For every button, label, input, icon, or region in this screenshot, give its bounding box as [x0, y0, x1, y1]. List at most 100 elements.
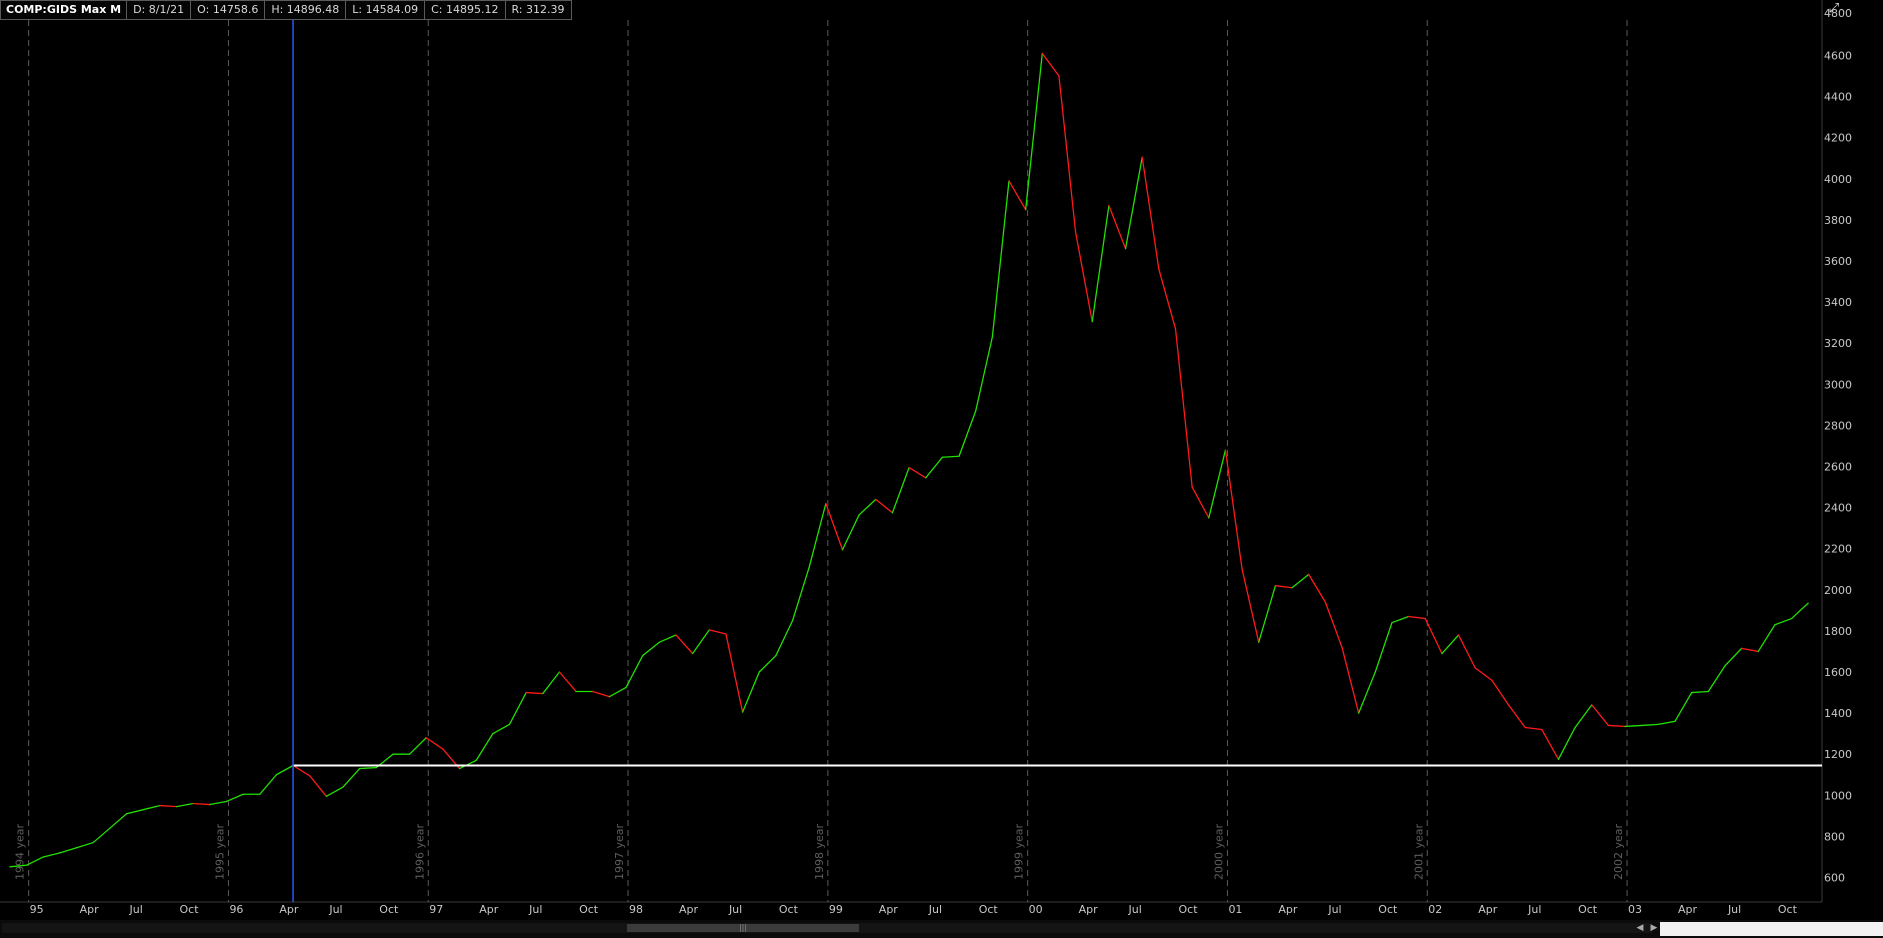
x-tick-label: 03	[1628, 903, 1642, 916]
price-segment	[75, 841, 94, 849]
price-segment	[1740, 647, 1759, 653]
y-tick-label: 800	[1824, 830, 1845, 843]
x-tick-label: Jul	[328, 903, 342, 916]
y-tick-label: 1400	[1824, 707, 1852, 720]
price-segment	[1374, 622, 1393, 673]
scroll-left-icon[interactable]: ◀	[1634, 923, 1646, 933]
y-tick-label: 1600	[1824, 666, 1852, 679]
price-segment	[1641, 723, 1659, 727]
price-segment	[508, 691, 527, 726]
y-tick-label: 600	[1824, 872, 1845, 885]
price-segment	[991, 180, 1010, 338]
price-segment	[1474, 667, 1493, 681]
price-segment	[1324, 601, 1343, 648]
x-tick-label: Apr	[279, 903, 299, 916]
price-segment	[925, 456, 944, 479]
price-segment	[1707, 665, 1726, 693]
scroll-track[interactable]: |||	[2, 923, 1652, 933]
x-tick-label: Oct	[180, 903, 200, 916]
price-segment	[1258, 585, 1277, 643]
price-segment	[875, 498, 894, 514]
price-segment	[1058, 75, 1077, 233]
price-segment	[542, 671, 561, 695]
price-segment	[125, 809, 144, 815]
price-segment	[1557, 726, 1576, 760]
price-segment	[1124, 156, 1143, 250]
x-tick-label: Oct	[1578, 903, 1598, 916]
x-axis-labels: 95 Apr Jul Oct 96 Apr Jul Oct 97 Apr Jul Oct 98 Apr Ju…	[30, 903, 1798, 916]
price-segment	[1041, 52, 1060, 77]
x-tick-label: Jul	[528, 903, 542, 916]
price-segment	[1108, 204, 1127, 250]
year-separator-label: 1999 year	[1013, 823, 1026, 880]
x-tick-label: Jul	[1128, 903, 1142, 916]
price-segment	[808, 502, 827, 568]
x-tick-label: Oct	[1378, 903, 1398, 916]
y-tick-label: 2200	[1824, 543, 1852, 556]
price-segment	[1524, 726, 1543, 731]
year-separator-label: 1994 year	[14, 823, 27, 880]
price-segment	[259, 774, 278, 795]
price-segment	[1441, 634, 1460, 655]
price-segment	[1607, 724, 1626, 728]
price-segment	[325, 786, 344, 797]
price-segment	[1158, 268, 1177, 330]
scroll-right-icon[interactable]: ▶	[1648, 923, 1660, 933]
x-tick-label: Jul	[728, 903, 742, 916]
price-segment	[708, 629, 727, 635]
price-segment	[791, 566, 810, 622]
y-tick-label-partial: 4800	[1824, 7, 1852, 20]
y-tick-label: 4600	[1824, 50, 1852, 63]
y-tick-label: 2600	[1824, 461, 1852, 474]
price-segment	[142, 804, 161, 811]
price-segment	[1457, 634, 1476, 669]
price-segment	[958, 410, 977, 457]
price-segment	[1657, 720, 1676, 726]
y-tick-label: 1000	[1824, 789, 1852, 802]
price-segment	[1241, 568, 1260, 643]
price-segment	[1191, 486, 1210, 519]
price-segment	[675, 634, 694, 655]
horizontal-scrollbar[interactable]: ||| ◀ ▶	[0, 920, 1883, 938]
x-tick-label: Jul	[928, 903, 942, 916]
y-tick-label: 3400	[1824, 296, 1852, 309]
price-series	[9, 52, 1809, 868]
price-segment	[475, 733, 494, 762]
scroll-thumb[interactable]: |||	[627, 924, 859, 932]
price-segment	[1790, 602, 1809, 620]
price-segment	[1308, 573, 1326, 603]
year-separator-label: 1998 year	[813, 823, 826, 880]
price-segment	[458, 759, 477, 770]
y-tick-label: 3200	[1824, 337, 1852, 350]
price-segment	[891, 466, 910, 514]
price-segment	[342, 767, 361, 788]
price-segment	[642, 641, 660, 657]
price-segment	[109, 813, 128, 829]
price-segment	[309, 775, 328, 797]
price-segment	[1291, 573, 1310, 589]
price-segment	[692, 629, 710, 655]
x-tick-label: 01	[1228, 903, 1242, 916]
y-tick-label: 2800	[1824, 419, 1852, 432]
price-segment	[1757, 624, 1776, 653]
x-tick-label: Apr	[80, 903, 100, 916]
price-segment	[1341, 646, 1360, 714]
price-segment	[841, 514, 860, 551]
year-separator-label: 1996 year	[413, 823, 426, 880]
x-tick-label: Oct	[579, 903, 599, 916]
price-segment	[1724, 647, 1743, 667]
y-tick-label: 4200	[1824, 132, 1852, 145]
price-segment	[358, 766, 377, 770]
price-segment	[608, 686, 627, 698]
price-segment	[908, 466, 927, 479]
y-tick-label: 2400	[1824, 502, 1852, 515]
price-segment	[658, 634, 677, 643]
price-segment	[1574, 704, 1593, 729]
price-segment	[758, 654, 777, 673]
price-segment	[1174, 328, 1193, 488]
price-chart[interactable]: 1994 year 1995 year 1996 year 1997 year 1998…	[0, 0, 1883, 920]
x-tick-label: Apr	[879, 903, 899, 916]
price-segment	[1541, 728, 1560, 760]
price-segment	[592, 690, 611, 698]
price-segment	[1208, 449, 1227, 519]
